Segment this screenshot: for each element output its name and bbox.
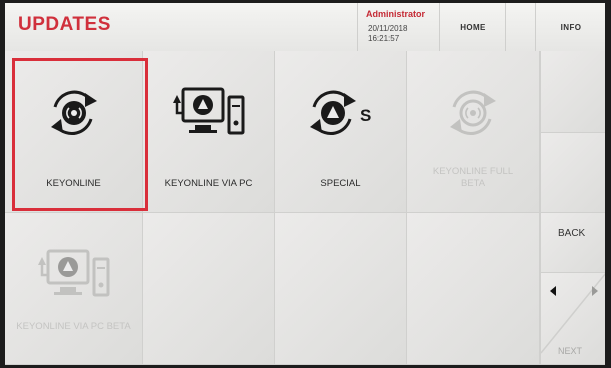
side-empty-cell xyxy=(540,133,605,213)
user-time: 16:21:57 xyxy=(368,34,400,43)
keyonline-beta-sync-icon xyxy=(450,90,496,135)
tile-label: KEYONLINE FULL BETA xyxy=(432,166,514,189)
updates-screen: UPDATES Administrator 20/11/2018 16:21:5… xyxy=(5,3,605,365)
tile-special[interactable]: S SPECIAL xyxy=(275,51,407,213)
next-label[interactable]: NEXT xyxy=(558,346,582,356)
home-button[interactable]: HOME xyxy=(439,3,506,51)
keyonline-sync-icon xyxy=(50,90,97,135)
special-sync-icon: S xyxy=(309,90,371,135)
pc-sync-icon xyxy=(172,87,244,135)
tile-label: KEYONLINE VIA PC xyxy=(164,178,253,189)
user-name: Administrator xyxy=(366,9,426,19)
tile-label: KEYONLINE xyxy=(46,178,101,189)
user-date: 20/11/2018 xyxy=(368,24,408,33)
previous-arrow-icon[interactable] xyxy=(550,286,556,296)
empty-tile xyxy=(407,213,540,365)
tile-keyonline-via-pc-beta[interactable]: KEYONLINE VIA PC BETA xyxy=(5,213,143,365)
empty-tile xyxy=(143,213,275,365)
next-arrow-icon[interactable] xyxy=(592,286,598,296)
back-button[interactable] xyxy=(540,213,605,273)
empty-tile xyxy=(275,213,407,365)
tile-keyonline[interactable]: KEYONLINE xyxy=(5,51,143,213)
user-info: Administrator 20/11/2018 16:21:57 xyxy=(357,3,440,51)
tile-keyonline-via-pc[interactable]: KEYONLINE VIA PC xyxy=(143,51,275,213)
tile-label: KEYONLINE VIA PC BETA xyxy=(16,321,131,332)
svg-text:S: S xyxy=(360,106,371,125)
header-divider xyxy=(505,3,536,51)
info-button[interactable]: INFO xyxy=(535,3,605,51)
pc-beta-icon xyxy=(37,249,109,297)
page-title: UPDATES xyxy=(18,14,111,35)
header-bar: UPDATES Administrator 20/11/2018 16:21:5… xyxy=(5,3,605,52)
tile-keyonline-full-beta[interactable]: KEYONLINE FULL BETA xyxy=(407,51,540,213)
back-label[interactable]: BACK xyxy=(558,228,585,239)
tile-label: SPECIAL xyxy=(320,178,361,189)
side-empty-cell xyxy=(540,51,605,133)
